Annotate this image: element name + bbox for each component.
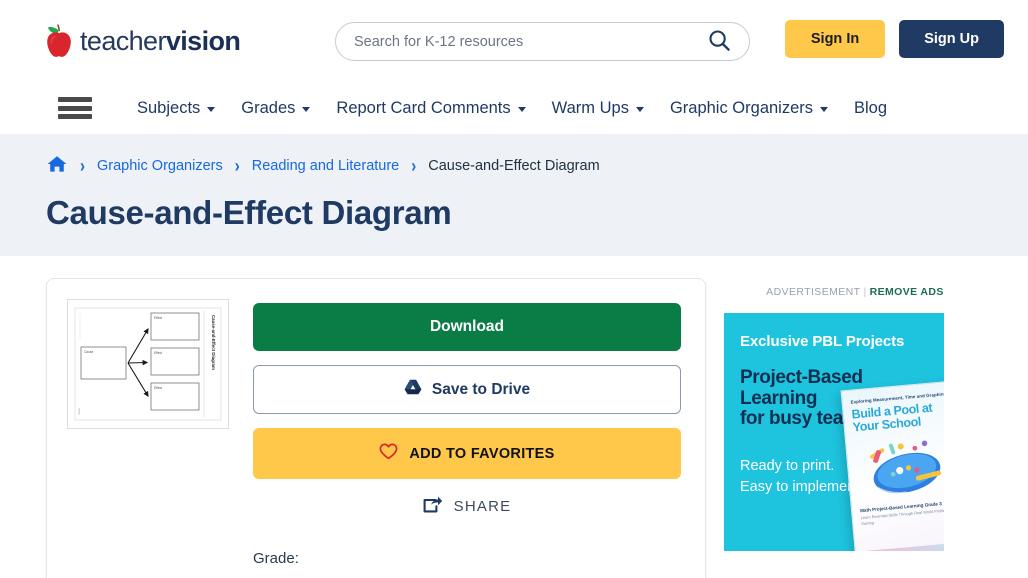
- nav-item-label: Warm Ups: [551, 98, 629, 117]
- breadcrumb-separator: ›: [80, 155, 85, 177]
- svg-text:Name: Name: [77, 408, 81, 415]
- save-to-drive-label: Save to Drive: [431, 380, 531, 398]
- nav-item-label: Blog: [854, 98, 888, 117]
- breadcrumb-separator: ›: [411, 155, 417, 177]
- ad-book-cover: Exploring Measurement, Time and Graphing…: [840, 380, 944, 551]
- cover-title: Build a Pool at Your School: [851, 400, 944, 435]
- nav-item-grades[interactable]: Grades: [241, 98, 311, 118]
- remove-ads-link[interactable]: REMOVE ADS: [870, 286, 944, 298]
- svg-text:Effect: Effect: [154, 386, 162, 390]
- share-button[interactable]: SHARE: [253, 495, 681, 518]
- nav-item-label: Subjects: [137, 98, 201, 117]
- hamburger-bar: [58, 114, 92, 119]
- nav-item-report-card-comments[interactable]: Report Card Comments: [336, 98, 526, 118]
- svg-text:Effect: Effect: [154, 316, 162, 320]
- svg-text:Cause-and-Effect Diagram: Cause-and-Effect Diagram: [211, 315, 216, 370]
- breadcrumb: › Graphic Organizers › Reading and Liter…: [0, 152, 1028, 180]
- download-button[interactable]: Download: [253, 303, 681, 351]
- sign-in-button[interactable]: Sign In: [784, 20, 886, 58]
- chevron-down-icon: [207, 106, 216, 112]
- main-content: Cause Effect Effect Effect Cause-and-Eff…: [0, 256, 1028, 578]
- cover-footer: Math Project-Based Learning Grade 3 Lear…: [860, 499, 944, 526]
- chevron-down-icon: [635, 106, 644, 112]
- logo-text: teachervision: [80, 25, 241, 56]
- sign-up-button[interactable]: Sign Up: [899, 20, 1004, 58]
- home-icon[interactable]: [46, 154, 68, 179]
- logo-text-vision: vision: [165, 25, 241, 56]
- breadcrumb-separator: ›: [234, 155, 240, 177]
- breadcrumb-item-graphic-organizers[interactable]: Graphic Organizers: [97, 158, 223, 174]
- resource-meta: Grade:: [253, 550, 681, 567]
- google-drive-icon: [404, 379, 422, 400]
- share-label: SHARE: [453, 498, 512, 515]
- chevron-down-icon: [517, 106, 526, 112]
- ad-header: ADVERTISEMENT | REMOVE ADS: [724, 278, 986, 298]
- logo-text-teacher: teacher: [80, 25, 166, 56]
- chevron-down-icon: [820, 106, 829, 112]
- nav-item-warm-ups[interactable]: Warm Ups: [552, 99, 644, 118]
- heart-icon: [379, 443, 398, 464]
- add-to-favorites-label: ADD TO FAVORITES: [409, 445, 555, 462]
- hamburger-icon[interactable]: [58, 97, 92, 119]
- apple-icon: [44, 24, 74, 58]
- nav-item-label: Report Card Comments: [336, 98, 511, 117]
- breadcrumb-item-reading-and-literature[interactable]: Reading and Literature: [252, 158, 400, 174]
- svg-text:Cause: Cause: [84, 350, 93, 354]
- ad-divider: |: [863, 286, 867, 298]
- advertisement-label: ADVERTISEMENT: [766, 286, 861, 298]
- ad-rail: ADVERTISEMENT | REMOVE ADS Exclusive PBL P…: [724, 278, 986, 578]
- cover-illustration: [854, 433, 944, 503]
- hamburger-bar: [58, 105, 92, 111]
- nav-item-label: Grades: [241, 98, 296, 117]
- advertisement-banner[interactable]: Exclusive PBL Projects Project-Based Lea…: [724, 313, 944, 551]
- hamburger-bar: [58, 97, 92, 102]
- save-to-drive-button[interactable]: Save to Drive: [253, 365, 681, 414]
- logo[interactable]: teachervision: [44, 18, 241, 64]
- resource-card: Cause Effect Effect Effect Cause-and-Eff…: [46, 278, 706, 578]
- page-title: Cause-and-Effect Diagram: [46, 194, 452, 231]
- svg-text:Effect: Effect: [154, 351, 162, 355]
- chevron-down-icon: [302, 106, 311, 112]
- breadcrumb-item-current: Cause-and-Effect Diagram: [428, 158, 600, 174]
- site-header: teachervision Sign In Sign Up: [0, 0, 1028, 82]
- share-icon: [423, 495, 443, 518]
- search-bar[interactable]: [335, 22, 750, 61]
- cause-and-effect-worksheet-thumbnail[interactable]: Cause Effect Effect Effect Cause-and-Eff…: [67, 299, 229, 429]
- main-navigation: Subjects Grades Report Card Comments War…: [0, 82, 1028, 134]
- add-to-favorites-button[interactable]: ADD TO FAVORITES: [253, 428, 681, 479]
- resource-actions: Download Save to Drive ADD TO FAVORITES …: [253, 299, 681, 567]
- search-icon: [708, 29, 731, 55]
- auth-buttons: Sign In Sign Up: [784, 20, 1004, 58]
- nav-item-blog[interactable]: Blog: [854, 99, 887, 118]
- search-input[interactable]: [354, 33, 706, 50]
- cover-stripe: [854, 541, 944, 551]
- grade-label: Grade:: [253, 550, 299, 567]
- ad-kicker: Exclusive PBL Projects: [740, 333, 905, 350]
- title-band: › Graphic Organizers › Reading and Liter…: [0, 134, 1028, 256]
- nav-item-subjects[interactable]: Subjects: [137, 98, 216, 118]
- search-button[interactable]: [706, 29, 733, 55]
- nav-item-label: Graphic Organizers: [669, 98, 814, 117]
- nav-item-graphic-organizers[interactable]: Graphic Organizers: [669, 98, 829, 118]
